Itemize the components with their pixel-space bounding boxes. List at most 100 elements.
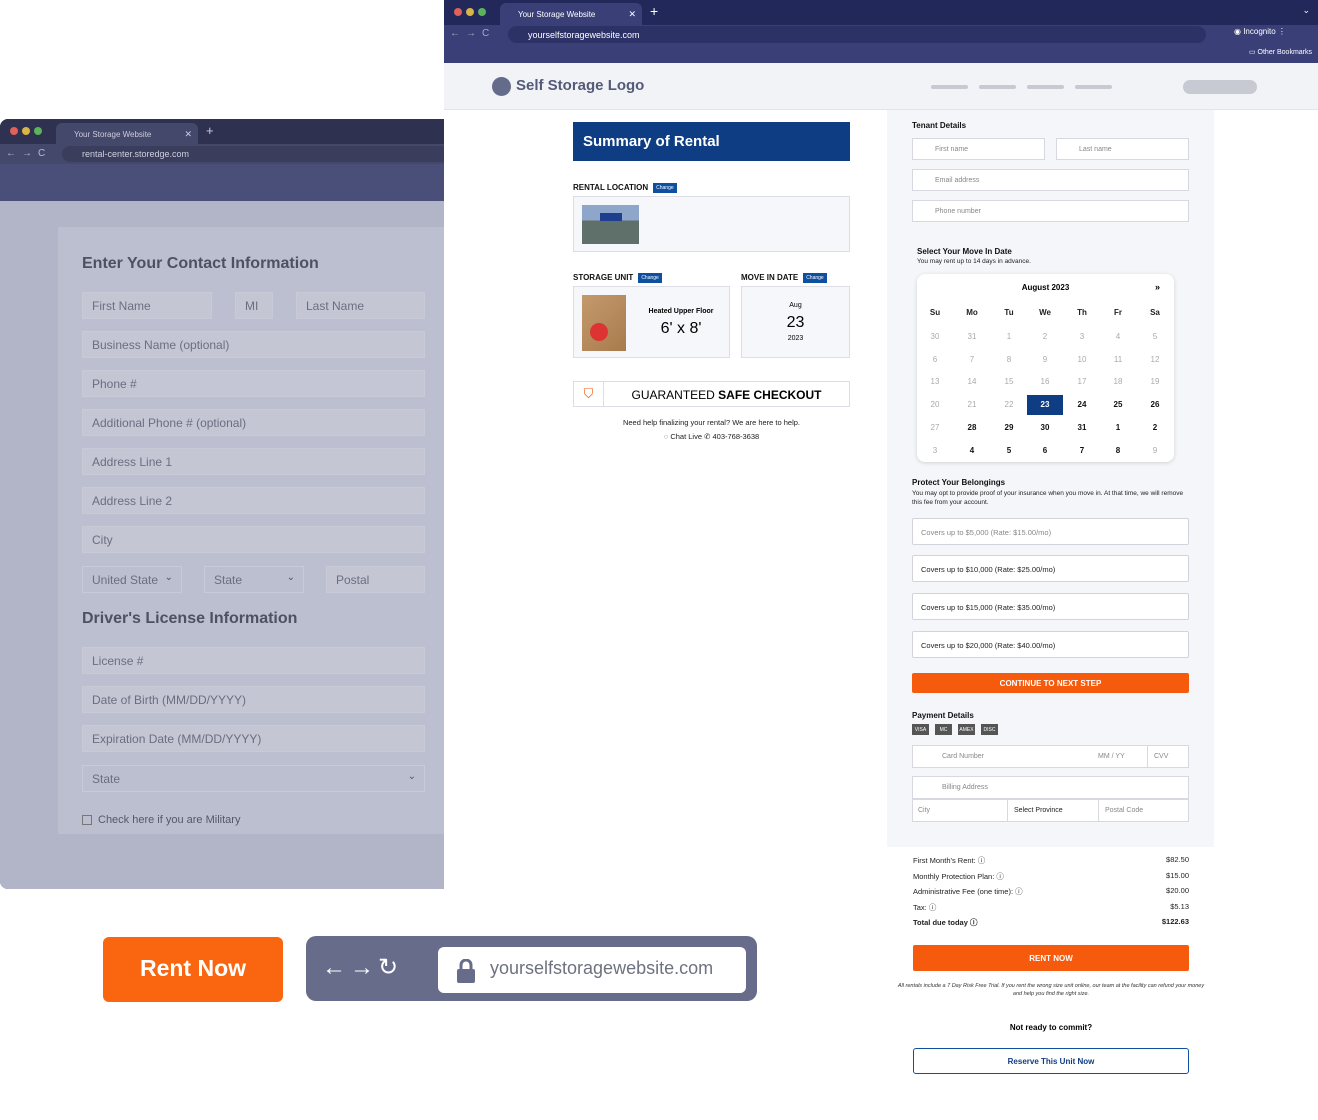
calendar-day[interactable]: 26 [1143,395,1167,415]
calendar-day[interactable]: 25 [1106,395,1130,415]
nav-link[interactable] [1075,85,1112,89]
nav-link[interactable] [931,85,968,89]
incognito-badge[interactable]: ◉ Incognito ⋮ [1234,27,1286,36]
first-name-field[interactable]: First Name [82,292,212,319]
calendar: August 2023 » Su Mo Tu We Th Fr Sa 30 31 1 2 3 4 5 6 7 8… [917,274,1174,462]
calendar-day[interactable]: 31 [1070,418,1094,438]
next-month-icon[interactable]: » [1155,282,1160,292]
new-tab-icon[interactable]: + [650,3,658,19]
cvv-placeholder[interactable]: CVV [1147,746,1168,767]
country-select[interactable]: United State ⌄ [82,566,182,593]
tenant-title: Tenant Details [912,121,967,130]
lock-icon [457,959,475,983]
business-field[interactable]: Business Name (optional) [82,331,425,358]
calendar-day: 9 [1152,445,1158,455]
calendar-day: 18 [1113,377,1123,387]
change-date-button[interactable]: Change [803,273,827,283]
city-field[interactable]: City [82,526,425,553]
calendar-day[interactable]: 29 [997,418,1021,438]
calendar-day[interactable]: 4 [960,441,984,461]
site-logo[interactable]: Self Storage Logo [516,77,644,94]
calendar-day: 1 [1006,332,1012,341]
calendar-day-selected[interactable]: 23 [1027,395,1063,416]
coverage-option[interactable]: Covers up to $20,000 (Rate: $40.00/mo) [912,631,1189,658]
front-url-field[interactable]: yourselfstoragewebsite.com [508,26,1206,43]
bookmarks-folder[interactable]: ▭ Other Bookmarks [1249,48,1312,56]
card-number-input[interactable]: Card Number MM / YY CVV [912,745,1189,768]
calendar-day[interactable]: 28 [960,418,984,438]
nav-arrows-icon[interactable]: ←→C [450,28,495,39]
city-input[interactable]: City [918,807,930,814]
unit-size: 6' x 8' [660,320,702,337]
email-input[interactable]: Email address [912,169,1189,191]
calendar-day: 30 [930,332,940,341]
continue-button[interactable]: CONTINUE TO NEXT STEP [912,673,1189,693]
phone-field[interactable]: Phone # [82,370,425,397]
nav-link[interactable] [979,85,1016,89]
change-unit-button[interactable]: Change [638,273,662,283]
state-select[interactable]: State ⌄ [204,566,304,593]
chevron-down-icon: ⌄ [164,572,173,583]
military-checkbox-row[interactable]: Check here if you are Military [82,814,240,826]
total-label: First Month's Rent: [913,856,976,865]
reserve-button[interactable]: Reserve This Unit Now [913,1048,1189,1074]
last-name-field[interactable]: Last Name [296,292,425,319]
change-location-button[interactable]: Change [653,183,677,193]
calendar-day: 12 [1150,354,1160,364]
calendar-day[interactable]: 2 [1143,418,1167,438]
info-icon[interactable]: ⓘ [1013,887,1023,896]
close-icon[interactable]: ✕ [628,9,636,20]
payment-title: Payment Details [912,711,974,720]
calendar-day[interactable]: 1 [1106,418,1130,438]
nav-arrows-icon[interactable]: ←→C [6,148,51,159]
back-tab[interactable]: Your Storage Website ✕ [56,123,198,144]
billing-address-input[interactable]: Billing Address [912,776,1189,799]
phone-input[interactable]: Phone number [912,200,1189,222]
rent-now-overlay-button[interactable]: Rent Now [103,937,283,1002]
visa-icon: VISA [912,724,929,735]
info-icon[interactable]: ⓘ [968,918,978,927]
billing-city-row: City Select Province Postal Code [912,799,1189,822]
info-icon[interactable]: ⓘ [994,872,1004,881]
last-name-input[interactable]: Last name [1056,138,1189,160]
front-tab[interactable]: Your Storage Website ✕ [500,3,642,25]
additional-phone-field[interactable]: Additional Phone # (optional) [82,409,425,436]
dob-field[interactable]: Date of Birth (MM/DD/YYYY) [82,686,425,713]
first-name-input[interactable]: First name [912,138,1045,160]
mi-field[interactable]: MI [235,292,273,319]
info-icon[interactable]: ⓘ [927,903,937,912]
calendar-day[interactable]: 6 [1033,441,1057,461]
expiration-field[interactable]: Expiration Date (MM/DD/YYYY) [82,725,425,752]
back-url-field[interactable]: rental-center.storedge.com [62,146,444,162]
calendar-day[interactable]: 24 [1070,395,1094,415]
header-button[interactable] [1183,80,1257,94]
info-icon[interactable]: ⓘ [976,856,986,865]
calendar-day[interactable]: 5 [997,441,1021,461]
phone-link[interactable]: ✆ 403-768-3638 [704,432,759,441]
close-icon[interactable]: ✕ [184,129,192,140]
postal-input[interactable]: Postal Code [1105,807,1143,814]
expiry-placeholder[interactable]: MM / YY [1098,753,1125,760]
province-select[interactable]: Select Province [1007,800,1099,821]
address-line-2-field[interactable]: Address Line 2 [82,487,425,514]
calendar-day[interactable]: 7 [1070,441,1094,461]
coverage-option[interactable]: Covers up to $10,000 (Rate: $25.00/mo) [912,555,1189,582]
license-field[interactable]: License # [82,647,425,674]
calendar-day: 19 [1150,377,1160,387]
chat-live-link[interactable]: ◌ Chat Live [664,432,702,441]
exp-placeholder: Expiration Date (MM/DD/YYYY) [92,732,262,746]
coverage-option[interactable]: Covers up to $15,000 (Rate: $35.00/mo) [912,593,1189,620]
calendar-day[interactable]: 8 [1106,441,1130,461]
chevron-down-icon[interactable]: ⌄ [1302,5,1310,16]
coverage-option[interactable]: Covers up to $5,000 (Rate: $15.00/mo) [912,518,1189,545]
rent-now-button[interactable]: RENT NOW [913,945,1189,971]
calendar-day[interactable]: 30 [1033,418,1057,438]
nav-link[interactable] [1027,85,1064,89]
military-checkbox[interactable] [82,815,92,826]
calendar-day: 3 [1079,332,1085,341]
license-state-select[interactable]: State ⌄ [82,765,425,792]
address-line-1-field[interactable]: Address Line 1 [82,448,425,475]
new-tab-icon[interactable]: + [206,123,214,138]
unit-item [590,323,608,341]
postal-field[interactable]: Postal [326,566,425,593]
